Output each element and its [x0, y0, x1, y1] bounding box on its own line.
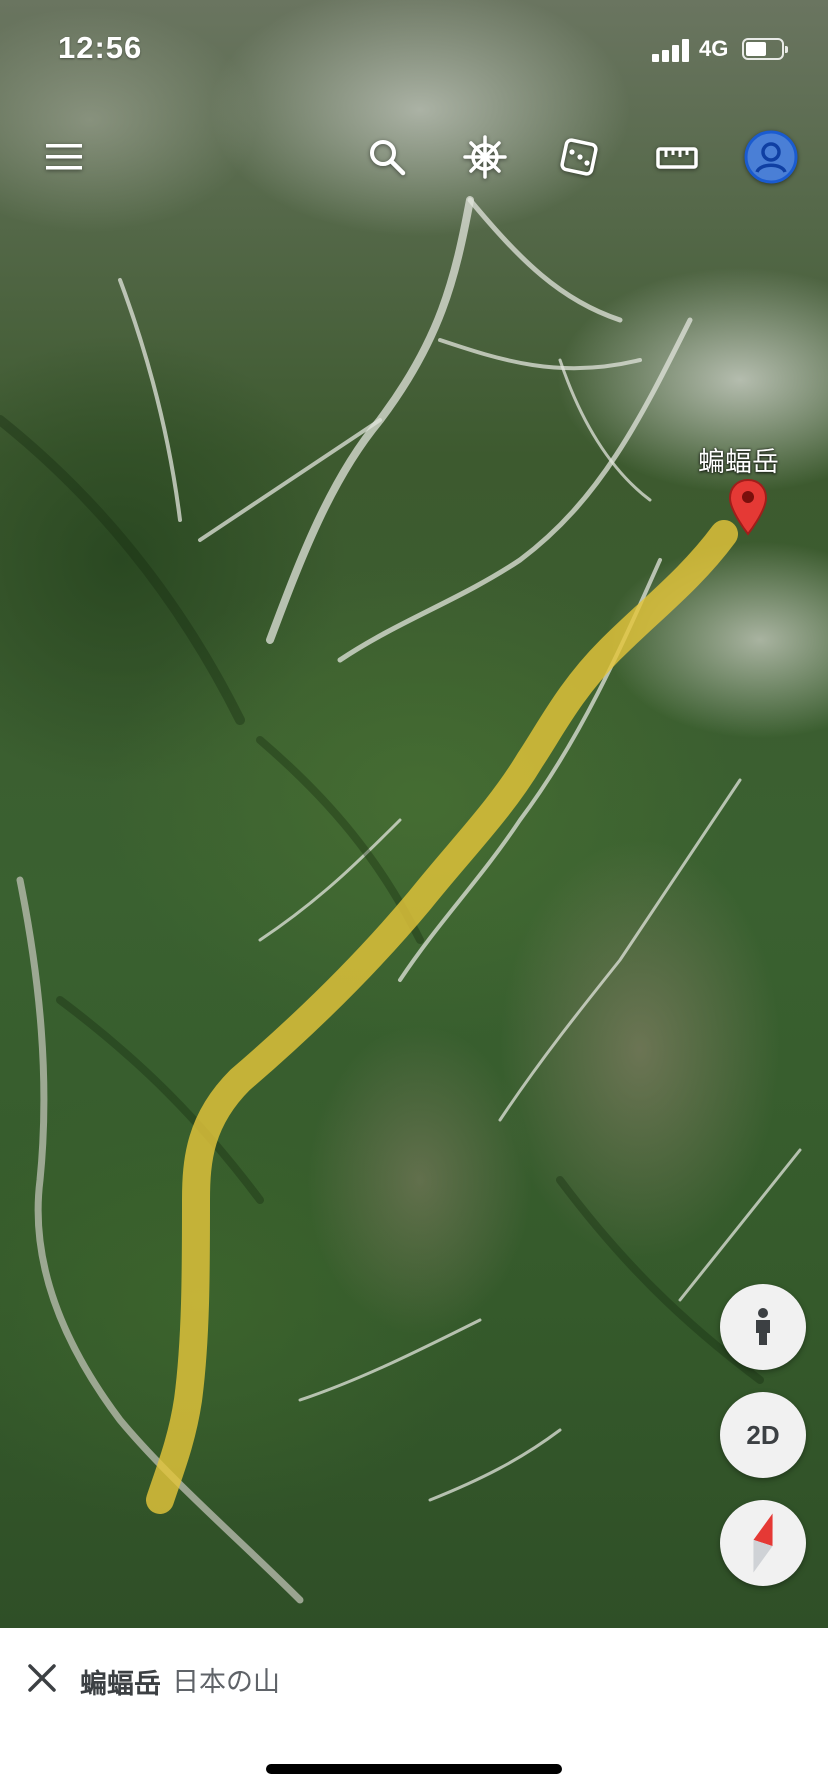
location-pin-icon[interactable]: [728, 478, 768, 541]
menu-button[interactable]: [37, 130, 91, 184]
close-icon: [28, 1664, 56, 1692]
ruler-icon: [656, 147, 698, 169]
battery-level: [746, 42, 766, 56]
account-avatar-icon: [744, 130, 798, 184]
view-mode-button[interactable]: 2D: [720, 1392, 806, 1478]
random-dice-icon: [560, 138, 598, 176]
feeling-lucky-button[interactable]: [552, 130, 606, 184]
view-mode-label: 2D: [746, 1419, 780, 1450]
compass-button[interactable]: [720, 1500, 806, 1586]
bottom-sheet[interactable]: 蝙蝠岳 日本の山: [0, 1628, 828, 1792]
satellite-map[interactable]: 蝙蝠岳: [0, 0, 828, 1628]
place-title: 蝙蝠岳: [80, 1669, 161, 1699]
place-label[interactable]: 蝙蝠岳: [698, 440, 779, 479]
route-path: [146, 520, 738, 1514]
battery-icon: [742, 38, 788, 60]
menu-icon: [46, 144, 82, 170]
status-bar: 12:56 4G: [0, 0, 828, 100]
place-subtitle: 日本の山: [172, 1667, 280, 1697]
terrain-overlay: [0, 196, 802, 1604]
voyager-ship-wheel-icon: [463, 135, 507, 179]
home-indicator[interactable]: [266, 1764, 562, 1774]
status-time: 12:56: [58, 30, 143, 65]
pegman-icon: [756, 1308, 770, 1345]
measure-button[interactable]: [650, 130, 704, 184]
signal-strength-icon: [652, 38, 692, 62]
close-button[interactable]: [22, 1658, 62, 1698]
compass-icon: [753, 1513, 773, 1573]
street-view-button[interactable]: [720, 1284, 806, 1370]
search-button[interactable]: [360, 130, 414, 184]
search-icon: [370, 140, 406, 176]
network-type: 4G: [699, 36, 729, 61]
voyager-button[interactable]: [458, 130, 512, 184]
account-button[interactable]: [744, 130, 798, 184]
